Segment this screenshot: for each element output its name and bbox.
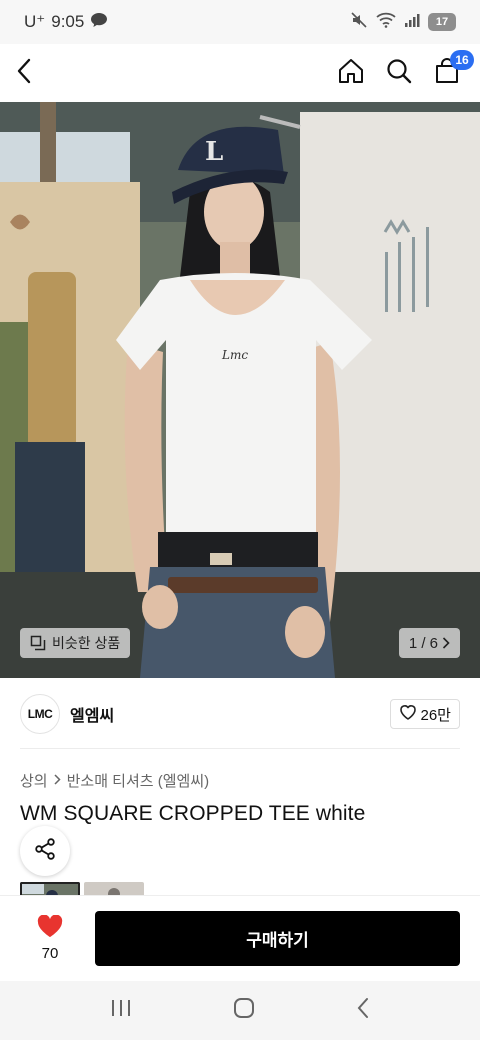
heart-icon (37, 914, 63, 943)
home-button[interactable] (334, 56, 368, 90)
breadcrumb-subcategory[interactable]: 반소매 티셔츠 (엘엠씨) (67, 770, 210, 791)
buy-button[interactable]: 구매하기 (95, 911, 460, 966)
similar-products-label: 비슷한 상품 (52, 635, 121, 651)
chevron-left-icon (16, 58, 32, 89)
home-icon (337, 57, 365, 90)
chat-icon (90, 12, 108, 33)
cart-count-badge: 16 (450, 50, 474, 70)
mute-icon (350, 11, 368, 34)
home-nav-button[interactable] (233, 997, 255, 1024)
breadcrumb-category[interactable]: 상의 (20, 770, 48, 791)
signal-icon (404, 12, 420, 32)
image-page-indicator[interactable]: 1 / 6 (398, 628, 460, 658)
copy-icon (30, 635, 46, 651)
share-button[interactable] (20, 826, 70, 876)
brand-name[interactable]: 엘엠씨 (70, 702, 114, 726)
wishlist-button[interactable]: 70 (20, 914, 80, 962)
product-title: WM SQUARE CROPPED TEE white (20, 802, 366, 825)
status-right: 17 (350, 11, 456, 34)
home-circle-icon (233, 998, 255, 1023)
product-image-carousel[interactable]: L Lmc 비슷한 상품 1 / 6 (0, 102, 480, 678)
battery-indicator: 17 (428, 13, 456, 31)
clock: 9:05 (51, 12, 85, 31)
wifi-icon (376, 12, 396, 33)
search-icon (385, 57, 413, 90)
page-indicator-text: 1 / 6 (408, 634, 438, 652)
chevron-right-icon (442, 637, 450, 649)
thumbnail-2[interactable] (84, 882, 144, 896)
system-nav-bar (0, 981, 480, 1040)
back-nav-icon (356, 998, 370, 1023)
status-left: U⁺ 9:05 (24, 12, 108, 33)
brand-like-button[interactable]: 26만 (389, 699, 460, 729)
app-bar: 16 (0, 44, 480, 102)
recent-apps-button[interactable] (110, 998, 132, 1023)
breadcrumb: 상의 반소매 티셔츠 (엘엠씨) (20, 770, 209, 791)
brand-row: LMC 엘엠씨 26만 (20, 692, 460, 736)
back-button[interactable] (16, 53, 56, 93)
brand-logo[interactable]: LMC (20, 694, 60, 734)
back-nav-button[interactable] (356, 997, 370, 1024)
brand-like-count: 26만 (420, 706, 452, 724)
similar-products-button[interactable]: 비슷한 상품 (20, 628, 131, 658)
share-icon (33, 837, 57, 866)
thumbnail-1[interactable] (20, 882, 80, 896)
svg-text:L: L (205, 137, 223, 167)
app-bar-actions: 16 (334, 50, 474, 90)
image-thumbnails (20, 882, 144, 896)
status-bar: U⁺ 9:05 17 (0, 0, 480, 44)
chevron-right-icon (54, 772, 61, 789)
divider (20, 748, 460, 749)
bottom-action-bar: 70 구매하기 (0, 895, 480, 981)
recent-apps-icon (110, 1000, 132, 1022)
heart-outline-icon (399, 704, 417, 724)
cart-button[interactable]: 16 (430, 50, 474, 90)
search-button[interactable] (382, 56, 416, 90)
product-photo: L Lmc (0, 102, 480, 678)
wishlist-count: 70 (41, 945, 59, 962)
carrier-label: U⁺ (24, 12, 46, 31)
svg-text:Lmc: Lmc (221, 348, 248, 362)
